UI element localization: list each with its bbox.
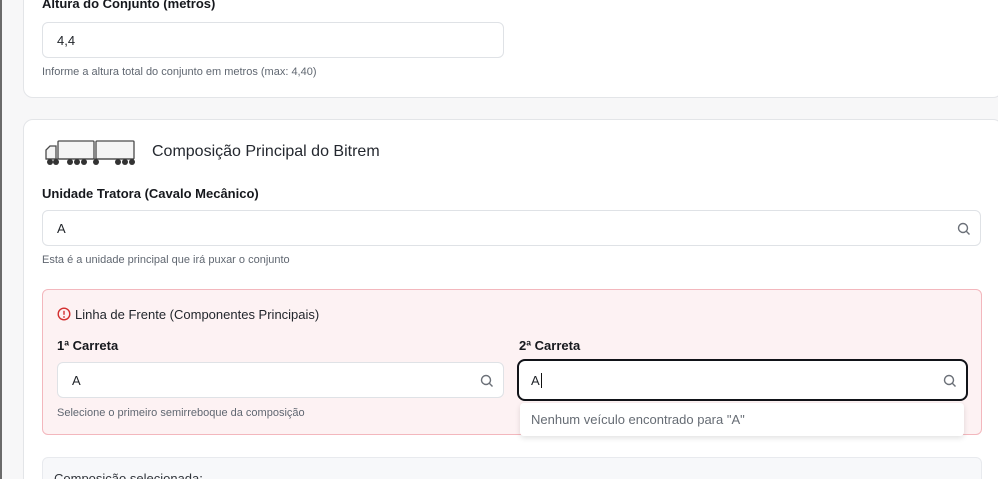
search-icon[interactable] [943, 374, 957, 388]
text-caret [540, 372, 542, 388]
tractor-help: Esta é a unidade principal que irá puxar… [42, 254, 290, 266]
tractor-label: Unidade Tratora (Cavalo Mecânico) [42, 186, 259, 201]
front-line-title: Linha de Frente (Componentes Principais) [75, 307, 320, 322]
tractor-input-value: A [57, 220, 66, 236]
trailer1-input-value: A [72, 372, 81, 388]
height-label: Altura do Conjunto (metros) [42, 0, 216, 11]
trailer2-input-value: A [531, 372, 540, 388]
bitrem-truck-icon [45, 140, 135, 165]
height-input[interactable]: 4,4 [42, 22, 504, 58]
search-icon[interactable] [957, 222, 971, 236]
trailer1-help: Selecione o primeiro semirreboque da com… [57, 407, 305, 419]
trailer2-dropdown-empty: Nenhum veículo encontrado para "A" [520, 403, 964, 436]
left-divider [0, 0, 2, 479]
alert-circle-icon [57, 307, 71, 321]
trailer2-search-input[interactable]: A [517, 359, 968, 401]
trailer1-label: 1ª Carreta [57, 338, 119, 353]
search-icon[interactable] [480, 374, 494, 388]
height-input-value: 4,4 [57, 32, 76, 48]
height-help: Informe a altura total do conjunto em me… [42, 66, 317, 78]
tractor-search-input[interactable]: A [42, 210, 981, 246]
composition-title: Composição Principal do Bitrem [152, 143, 380, 160]
selected-composition-label: Composição selecionada: [54, 471, 203, 479]
trailer1-search-input[interactable]: A [57, 362, 504, 398]
trailer2-label: 2ª Carreta [519, 338, 581, 353]
